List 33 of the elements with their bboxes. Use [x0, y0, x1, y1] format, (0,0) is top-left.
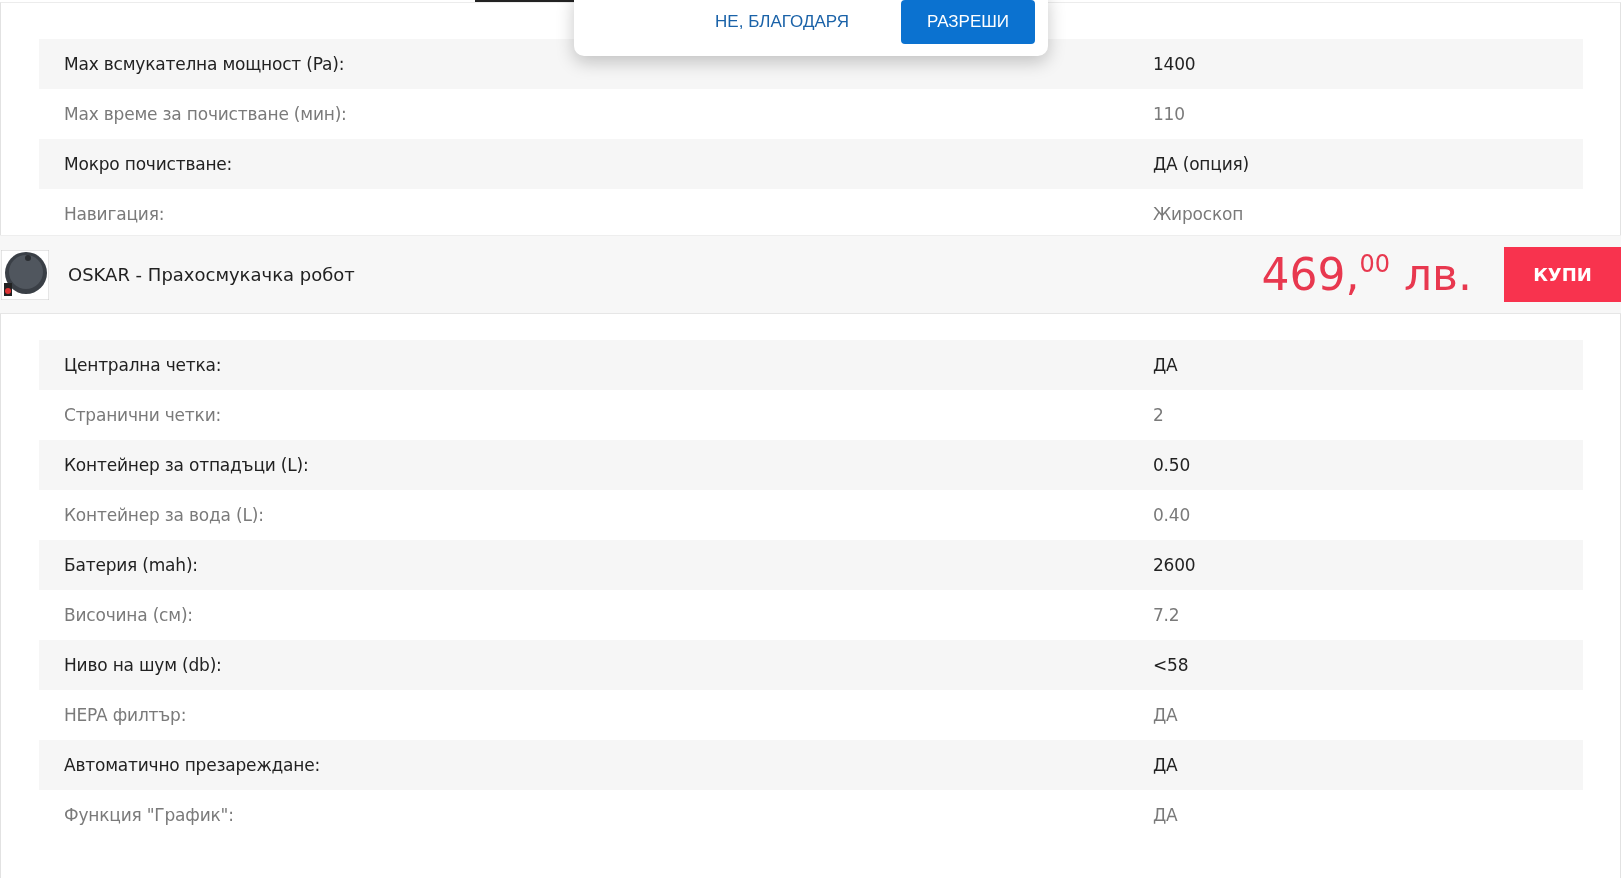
spec-value: ДА: [1153, 755, 1178, 775]
spec-value: Жироскоп: [1153, 204, 1244, 224]
spec-value: 2: [1153, 405, 1164, 425]
spec-label: Автоматично презареждане:: [64, 755, 321, 775]
spec-label: Функция "График":: [64, 805, 235, 825]
spec-value: ДА: [1153, 355, 1178, 375]
product-title: OSKAR - Прахосмукачка робот: [68, 264, 356, 285]
spec-label: Батерия (mah):: [64, 555, 199, 575]
spec-value: 110: [1153, 104, 1185, 124]
allow-button[interactable]: РАЗРЕШИ: [901, 0, 1035, 44]
product-price: 469,$^{00}$ лв.: [1261, 249, 1472, 300]
spec-value: ДА: [1153, 805, 1178, 825]
spec-label: Мокро почистване:: [64, 154, 234, 174]
decline-button[interactable]: НЕ, БЛАГОДАРЯ: [693, 0, 871, 44]
spec-label: HEPA филтър:: [64, 705, 188, 725]
spec-value: 2600: [1153, 555, 1196, 575]
spec-value: ДА: [1153, 705, 1178, 725]
spec-label: Височина (см):: [64, 605, 194, 625]
spec-value: 0.40: [1153, 505, 1191, 525]
spec-value: ДА (опция): [1153, 154, 1249, 174]
spec-label: Централна четка:: [64, 355, 223, 375]
spec-value: <58: [1153, 655, 1189, 675]
spec-label: Странични четки:: [64, 405, 222, 425]
spec-label: Контейнер за вода (L):: [64, 505, 265, 525]
spec-label: Навигация:: [64, 204, 166, 224]
spec-label: Ниво на шум (db):: [64, 655, 223, 675]
buy-button[interactable]: КУПИ: [1504, 247, 1621, 302]
spec-value: 0.50: [1153, 455, 1191, 475]
spec-label: Max всмукателна мощност (Pa):: [64, 54, 346, 74]
spec-label: Контейнер за отпадъци (L):: [64, 455, 310, 475]
spec-value: 7.2: [1153, 605, 1180, 625]
spec-value: 1400: [1153, 54, 1196, 74]
spec-label: Max време за почистване (мин):: [64, 104, 348, 124]
